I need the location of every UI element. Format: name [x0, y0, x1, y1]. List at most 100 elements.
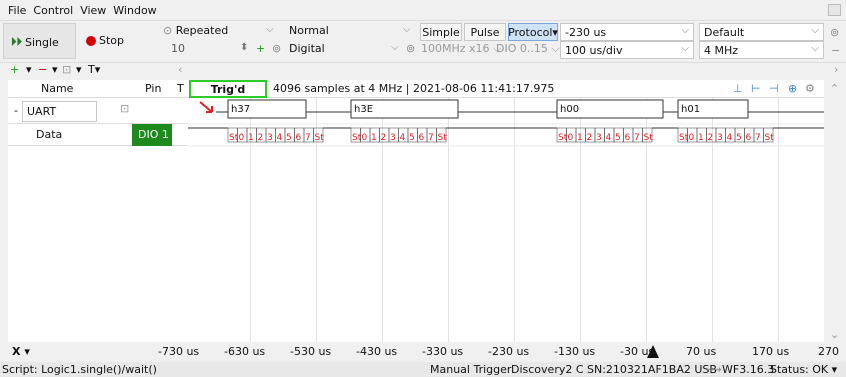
data-bit-label: 4 [606, 133, 612, 143]
data-bit-label: 3 [267, 133, 273, 143]
channel-row-uart[interactable]: - UART ⊡ [8, 98, 188, 124]
capture-info: 4096 samples at 4 MHz | 2021-08-06 11:41… [273, 82, 555, 95]
add-channel-icon[interactable]: + [10, 63, 19, 76]
trigger-status-badge: Trig'd [189, 80, 267, 98]
position-input[interactable]: -230 us ⌵ [560, 23, 694, 41]
data-bit-label: 0 [568, 133, 574, 143]
status-select[interactable]: Status: OK ▾ [770, 363, 837, 376]
base-input[interactable]: 100 us/div ⌵ [560, 41, 694, 59]
waveform-area[interactable]: Trig'd 4096 samples at 4 MHz | 2021-08-0… [188, 80, 824, 342]
data-bit-label: 1 [371, 133, 377, 143]
mode-icon: ⊙ [163, 24, 173, 37]
collapse-toggle[interactable]: - [14, 104, 18, 117]
data-bit-label: St [438, 133, 448, 143]
dropdown-icon[interactable]: ▾ [52, 63, 58, 76]
protocol-button[interactable]: Protocol ▾ [508, 23, 558, 41]
chevron-down-icon[interactable]: ⌵ [391, 42, 399, 53]
time-tick-label: -730 us [158, 345, 200, 358]
scrollbar[interactable]: ⌃ ⌄ [829, 80, 841, 342]
status-bar: Script: Logic1.single()/wait() Manual Tr… [0, 362, 846, 377]
scroll-left-icon[interactable]: ‹ [178, 63, 182, 76]
trigger-status: Manual Trigger [430, 363, 512, 376]
data-bit-label: 7 [634, 133, 640, 143]
app-window: File Control View Window ⏵⏵ Single Stop … [0, 0, 846, 377]
data-bit-label: 3 [390, 133, 396, 143]
stop-icon [86, 35, 96, 46]
chevron-down-icon[interactable]: ⌵ [266, 24, 274, 35]
settings-icon[interactable]: ⊚ [830, 26, 839, 39]
channel-row-data[interactable]: Data DIO 1 [8, 124, 188, 146]
data-bit-label: St [644, 133, 654, 143]
data-bit-label: 4 [400, 133, 406, 143]
remove-channel-icon[interactable]: − [38, 63, 47, 76]
data-bit-label: 0 [689, 133, 695, 143]
data-bit-label: 6 [296, 133, 302, 143]
menu-control[interactable]: Control [33, 4, 73, 17]
align-icon[interactable]: ⊣ [769, 82, 779, 95]
stop-button[interactable]: Stop [86, 34, 124, 47]
cursor-icon[interactable]: ⊥ [733, 82, 743, 95]
channel-name: Data [36, 128, 63, 141]
waveform-plot: h37 h3E h00 h01St 0 1 2 3 4 5 6 7 St St 0 1 2 3 4 5 6 7 St St 0 1… [188, 98, 824, 342]
data-bit-label: 0 [362, 133, 368, 143]
data-bit-label: 3 [717, 133, 723, 143]
collapse-icon[interactable]: − [831, 44, 840, 57]
dio-range-select[interactable]: DIO 0..15 ⌵ [496, 42, 560, 56]
data-bit-label: 0 [239, 133, 245, 143]
channel-toolbar [0, 62, 846, 80]
t-header: T [177, 82, 184, 95]
pulse-button[interactable]: Pulse [464, 23, 506, 41]
x-axis-select[interactable]: X ▾ [12, 345, 30, 358]
data-bit-label: 2 [258, 133, 264, 143]
time-tick-label: -430 us [356, 345, 398, 358]
dropdown-icon[interactable]: ▾ [76, 63, 82, 76]
single-button[interactable]: ⏵⏵ Single [3, 23, 76, 59]
menu-bar: File Control View Window [0, 0, 846, 20]
settings-icon[interactable]: ⚙ [805, 82, 815, 95]
chevron-down-icon[interactable]: ⌵ [403, 24, 411, 35]
refresh-icon[interactable]: ⊚ [406, 42, 415, 55]
trigger-source-select[interactable]: Digital [289, 42, 325, 55]
trigger-marker-icon[interactable] [647, 345, 659, 358]
dropdown-icon[interactable]: ▾ [26, 63, 32, 76]
channel-name-input[interactable]: UART [22, 101, 97, 122]
data-bit-label: 5 [615, 133, 621, 143]
align-left-icon[interactable]: ⊢ [751, 82, 761, 95]
menu-file[interactable]: File [8, 4, 26, 17]
data-bit-label: St [765, 133, 775, 143]
config-icon[interactable]: ⊡ [120, 102, 129, 115]
data-bit-label: 7 [305, 133, 311, 143]
data-bit-label: 6 [625, 133, 631, 143]
minimize-icon[interactable] [828, 4, 841, 16]
uart-value: h01 [681, 104, 700, 115]
scroll-right-icon[interactable]: › [834, 63, 838, 76]
zoom-icon[interactable]: ⊕ [788, 82, 797, 95]
script-status: Script: Logic1.single()/wait() [2, 363, 157, 376]
simple-button[interactable]: Simple [420, 23, 462, 41]
add-icon[interactable]: + [256, 42, 265, 55]
freq-select[interactable]: 4 MHz ⌵ [699, 41, 824, 59]
link-icon[interactable]: ⊚ [272, 42, 281, 55]
trigger-arrow-icon [199, 101, 213, 113]
stepper-icon[interactable]: ⬍ [240, 42, 248, 53]
single-icon: ⏵⏵ [11, 35, 22, 48]
config-select[interactable]: Default ⌵ [699, 23, 824, 41]
mode-select[interactable]: ⊙ Repeated [163, 24, 228, 37]
time-tick-label: 70 us [686, 345, 717, 358]
data-bit-label: 4 [277, 133, 283, 143]
menu-window[interactable]: Window [113, 4, 156, 17]
single-label: Single [25, 35, 59, 49]
data-bit-label: 2 [708, 133, 714, 143]
trigger-mode-select[interactable]: Normal [289, 24, 329, 37]
text-icon[interactable]: T▾ [88, 63, 100, 76]
channel-header: Name Pin T [8, 80, 188, 98]
time-tick-label: -530 us [290, 345, 332, 358]
data-bit-label: 1 [248, 133, 254, 143]
time-tick-label: -130 us [554, 345, 596, 358]
rate-select[interactable]: 100MHz x16 ⌵ [421, 42, 501, 56]
menu-view[interactable]: View [80, 4, 106, 17]
edit-icon[interactable]: ⊡ [62, 63, 71, 76]
data-bit-label: 5 [409, 133, 415, 143]
uart-value: h37 [231, 104, 250, 115]
data-bit-label: St [315, 133, 325, 143]
